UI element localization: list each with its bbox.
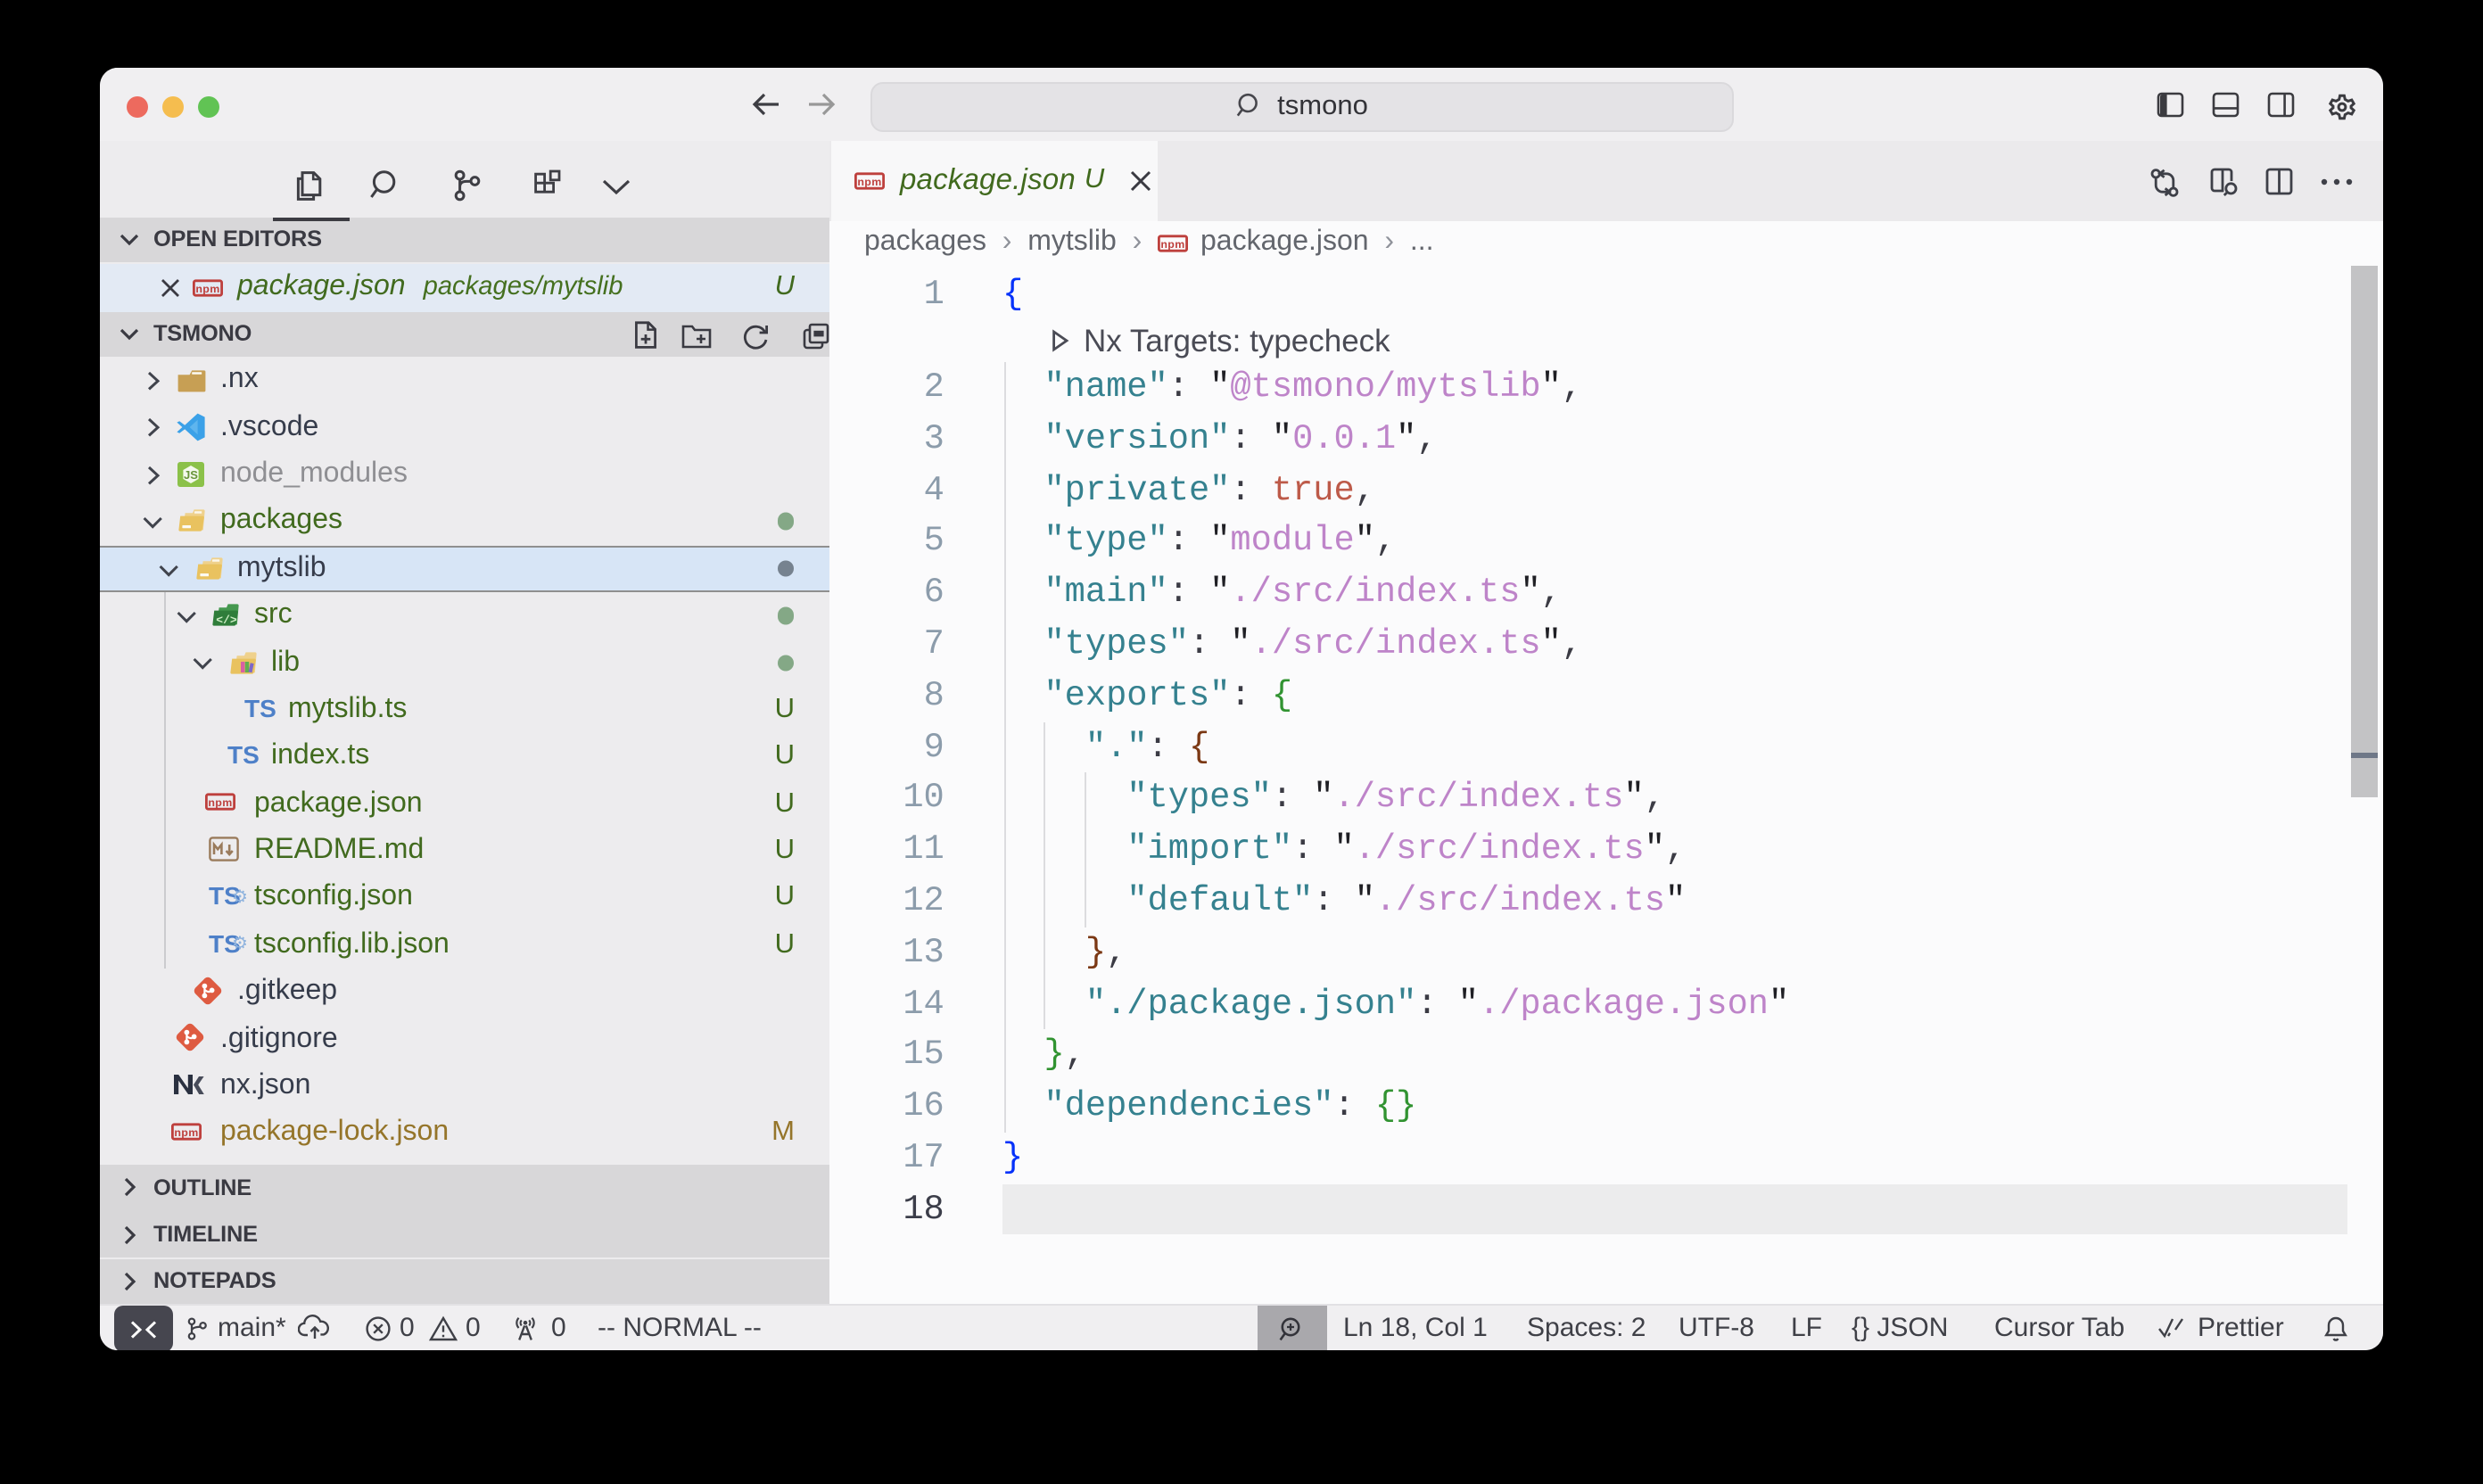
svg-text:JS: JS — [184, 468, 198, 482]
svg-text:npm: npm — [856, 175, 880, 187]
svg-text:npm: npm — [195, 283, 219, 295]
svg-text:npm: npm — [208, 796, 232, 809]
svg-text:npm: npm — [174, 1126, 198, 1139]
svg-text:</>: </> — [216, 614, 237, 628]
svg-text:npm: npm — [1160, 238, 1184, 251]
